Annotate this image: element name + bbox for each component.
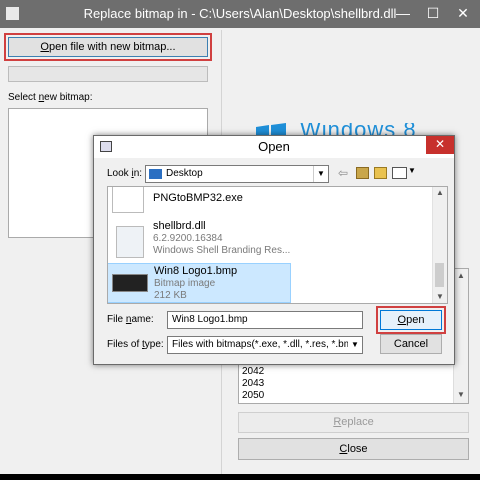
chevron-down-icon[interactable]: ▼ [348, 337, 362, 353]
lookin-combo[interactable]: Desktop ▼ [145, 165, 329, 183]
maximize-button[interactable]: ☐ [422, 0, 444, 28]
main-titlebar: Replace bitmap in - C:\Users\Alan\Deskto… [0, 0, 480, 28]
scroll-up-icon[interactable]: ▲ [436, 188, 444, 197]
filename-label: File name: [107, 314, 154, 325]
list-item[interactable]: 2042 [242, 366, 264, 377]
scroll-up-icon[interactable]: ▲ [457, 271, 465, 280]
chevron-down-icon[interactable]: ▼ [313, 166, 328, 182]
dialog-close-button[interactable]: ✕ [426, 136, 454, 154]
filename-input[interactable]: Win8 Logo1.bmp [167, 311, 363, 329]
filetype-value: Files with bitmaps(*.exe, *.dll, *.res, … [172, 339, 361, 350]
dialog-title: Open [258, 139, 290, 154]
view-dropdown-icon[interactable]: ▼ [408, 166, 416, 175]
list-item[interactable]: 2050 [242, 390, 264, 401]
dll-gear-icon [116, 226, 144, 258]
minimize-button[interactable]: — [392, 0, 414, 28]
view-menu-icon[interactable] [392, 167, 407, 179]
file-list-scrollbar[interactable]: ▲ ▼ [432, 187, 447, 303]
resource-list-scrollbar[interactable]: ▲ ▼ [453, 269, 468, 403]
select-bitmap-label: Select new bitmap: [8, 92, 93, 103]
progress-bar [8, 66, 208, 82]
scroll-down-icon[interactable]: ▼ [457, 390, 465, 399]
list-item-selected[interactable]: Win8 Logo1.bmp Bitmap image 212 KB [108, 263, 291, 303]
open-button[interactable]: Open [376, 306, 446, 334]
cancel-button[interactable]: Cancel [380, 334, 442, 354]
bmp-thumbnail-icon [112, 274, 148, 292]
window-close-button[interactable]: ✕ [452, 0, 474, 28]
scroll-down-icon[interactable]: ▼ [436, 292, 444, 301]
file-list[interactable]: PNGtoBMP32.exe shellbrd.dll 6.2.9200.163… [107, 186, 448, 304]
list-item[interactable]: 2043 [242, 378, 264, 389]
up-folder-icon[interactable] [356, 167, 369, 179]
filetype-select[interactable]: Files with bitmaps(*.exe, *.dll, *.res, … [167, 336, 363, 354]
desktop-icon [149, 169, 162, 179]
list-item[interactable]: shellbrd.dll 6.2.9200.16384 Windows Shel… [108, 220, 433, 258]
scroll-thumb[interactable] [435, 263, 444, 287]
open-file-button[interactable]: Open file with new bitmap... [4, 33, 212, 61]
new-folder-icon[interactable] [374, 167, 387, 179]
lookin-label: Look in: [107, 168, 143, 179]
lookin-value: Desktop [166, 168, 203, 179]
open-dialog: Open ✕ Look in: Desktop ▼ ⇦ ▼ PNGtoBMP32… [93, 135, 455, 365]
open-file-button-label: pen file with new bitmap... [48, 41, 176, 53]
replace-button[interactable]: Replace [238, 412, 469, 433]
close-button[interactable]: Close [238, 438, 469, 460]
list-item[interactable]: PNGtoBMP32.exe [108, 187, 433, 215]
dialog-titlebar: Open ✕ [94, 136, 454, 158]
filetype-label: Files of type: [107, 339, 164, 350]
back-arrow-icon[interactable]: ⇦ [338, 166, 348, 180]
exe-icon [112, 187, 144, 213]
open-file-button-mnemonic: O [40, 41, 49, 53]
